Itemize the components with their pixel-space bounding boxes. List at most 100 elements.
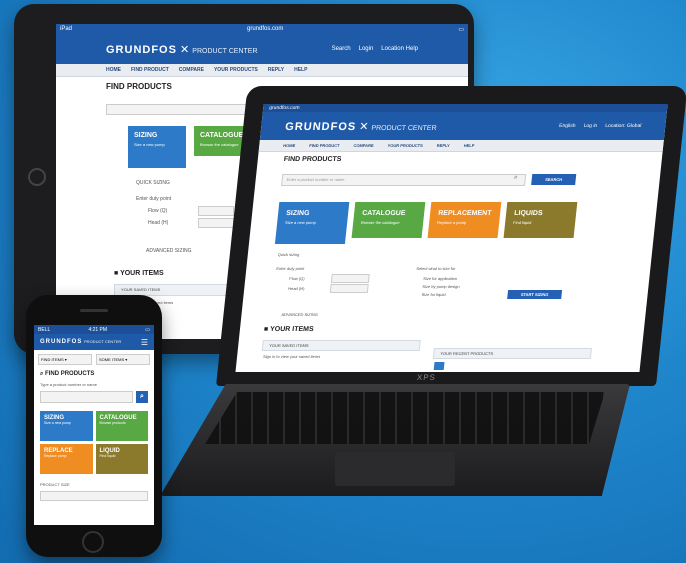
laptop-tile-liquids[interactable]: LIQUIDS Find liquid — [503, 202, 578, 238]
phone-device: BELL 4:21 PM ▭ GRUNDFOS PRODUCT CENTER ☰… — [26, 295, 162, 557]
laptop-select-label: Select what to size for — [416, 266, 456, 271]
tablet-status-bar: iPad grundfos.com ▭ — [56, 24, 468, 34]
laptop-url: grundfos.com — [268, 105, 300, 111]
phone-search-label: Type a product number or name — [40, 382, 97, 387]
tablet-advanced-link[interactable]: ADVANCED SIZING — [146, 248, 191, 254]
tablet-nav-reply[interactable]: REPLY — [268, 67, 284, 73]
laptop-flow-label: Flow (Q) — [289, 276, 305, 281]
logo-x-icon: ✕ — [358, 120, 370, 133]
laptop-logo[interactable]: GRUNDFOS ✕ PRODUCT CENTER — [285, 120, 438, 133]
phone-select-2[interactable]: SOME ITEMS ▾ — [96, 354, 150, 365]
phone-search-button[interactable]: ⌕ — [136, 391, 148, 403]
phone-selects: FIND ITEMS ▾ SOME ITEMS ▾ — [34, 350, 154, 369]
tablet-url: grundfos.com — [246, 26, 284, 32]
laptop-keyboard — [205, 392, 605, 444]
laptop-header-links: English Log in Location: Global — [559, 123, 642, 129]
laptop-saved-bar[interactable]: YOUR SAVED ITEMS — [261, 340, 421, 351]
laptop-head-label: Head (H) — [287, 286, 305, 291]
phone-tile-catalogue[interactable]: CATALOGUE Browse products — [95, 411, 148, 441]
phone-tile-sizing[interactable]: SIZING Size a new pump — [40, 411, 93, 441]
laptop-your-items: ■ YOUR ITEMS — [263, 326, 314, 333]
tablet-flow-input[interactable] — [198, 206, 234, 216]
battery-icon: ▭ — [458, 26, 464, 33]
tablet-nav-find[interactable]: FIND PRODUCT — [131, 67, 169, 73]
user-icon: ■ — [114, 270, 119, 277]
phone-bottom-label: PRODUCT SIZE — [40, 482, 70, 487]
phone-tile-replace[interactable]: REPLACE Replace pump — [40, 444, 93, 474]
phone-screen: BELL 4:21 PM ▭ GRUNDFOS PRODUCT CENTER ☰… — [34, 325, 154, 525]
tablet-nav-home[interactable]: HOME — [106, 67, 121, 73]
laptop-trackpad[interactable] — [335, 452, 455, 486]
laptop-tile-replacement[interactable]: REPLACEMENT Replace a pump — [427, 202, 502, 238]
tablet-location[interactable]: Location Help — [381, 46, 418, 52]
laptop-flow-input[interactable] — [330, 274, 370, 283]
laptop-lid: grundfos.com GRUNDFOS ✕ PRODUCT CENTER E… — [216, 86, 686, 386]
tablet-tile-sizing[interactable]: SIZING Size a new pump — [128, 126, 186, 168]
laptop-screen: grundfos.com GRUNDFOS ✕ PRODUCT CENTER E… — [235, 104, 668, 372]
search-icon[interactable]: ⌕ — [513, 174, 519, 182]
phone-select-1[interactable]: FIND ITEMS ▾ — [38, 354, 92, 365]
tablet-header: GRUNDFOS ✕ PRODUCT CENTER Search Login L… — [56, 34, 468, 64]
tablet-nav-products[interactable]: YOUR PRODUCTS — [214, 67, 258, 73]
laptop-option-3[interactable]: Size for liquid — [421, 292, 446, 297]
laptop-search-input[interactable]: Enter a product number or name — [281, 174, 527, 186]
tablet-nav-compare[interactable]: COMPARE — [179, 67, 204, 73]
laptop-head-input[interactable] — [329, 284, 369, 293]
tablet-header-links: Search Login Location Help — [332, 46, 418, 52]
laptop-advanced-link[interactable]: ADVANCED SIZING — [281, 312, 318, 317]
phone-logo[interactable]: GRUNDFOS PRODUCT CENTER — [40, 339, 121, 345]
laptop-option-1[interactable]: Size for application — [423, 276, 457, 281]
tablet-your-items: ■ YOUR ITEMS — [114, 270, 164, 277]
laptop-nav-home[interactable]: HOME — [283, 143, 296, 148]
recent-product-thumb[interactable] — [433, 362, 445, 370]
laptop-start-sizing-button[interactable]: START SIZING — [507, 290, 563, 299]
phone-home-button[interactable] — [82, 531, 104, 553]
laptop-language[interactable]: English — [559, 123, 576, 129]
tablet-flow-label: Flow (Q) — [148, 208, 168, 214]
phone-search-input[interactable] — [40, 391, 133, 403]
laptop-page-title: FIND PRODUCTS — [283, 156, 342, 163]
tablet-home-button[interactable] — [28, 168, 46, 186]
search-icon: ⌕ — [40, 371, 44, 377]
laptop-nav-find[interactable]: FIND PRODUCT — [309, 143, 340, 148]
chevron-down-icon: ▾ — [125, 357, 128, 362]
laptop-info-text: Sign in to view your saved items — [262, 354, 321, 359]
laptop-login[interactable]: Log in — [583, 123, 597, 129]
laptop-tile-sizing[interactable]: SIZING Size a new pump — [274, 202, 350, 244]
laptop-recent-bar[interactable]: YOUR RECENT PRODUCTS — [432, 348, 592, 359]
laptop-quick-label: Quick sizing — [277, 252, 300, 257]
tablet-login-link[interactable]: Login — [359, 46, 374, 52]
phone-tiles: SIZING Size a new pump CATALOGUE Browse … — [34, 405, 154, 480]
phone-speaker — [80, 309, 108, 312]
phone-bottom-input[interactable] — [40, 491, 148, 501]
tablet-quick-label: QUICK SIZING — [136, 180, 170, 186]
logo-x-icon: ✕ — [180, 43, 190, 56]
laptop-nav-compare[interactable]: COMPARE — [353, 143, 374, 148]
tablet-nav-help[interactable]: HELP — [294, 67, 307, 73]
tablet-duty-label: Enter duty point — [136, 196, 172, 202]
user-icon: ■ — [263, 326, 269, 333]
tablet-search-link[interactable]: Search — [332, 46, 351, 52]
phone-header: GRUNDFOS PRODUCT CENTER ☰ — [34, 334, 154, 350]
laptop-tile-catalogue[interactable]: CATALOGUE Browse the catalogue — [351, 202, 426, 238]
laptop-option-2[interactable]: Size by pump design — [422, 284, 460, 289]
tablet-head-label: Head (H) — [148, 220, 169, 226]
laptop-status-bar: grundfos.com — [262, 104, 668, 112]
tablet-page-title: FIND PRODUCTS — [106, 82, 172, 91]
phone-status-bar: BELL 4:21 PM ▭ — [34, 325, 154, 334]
tablet-head-input[interactable] — [198, 218, 234, 228]
laptop-location[interactable]: Location: Global — [605, 123, 642, 129]
tablet-nav: HOME FIND PRODUCT COMPARE YOUR PRODUCTS … — [56, 64, 468, 77]
laptop-nav: HOME FIND PRODUCT COMPARE YOUR PRODUCTS … — [258, 140, 664, 152]
laptop-header: GRUNDFOS ✕ PRODUCT CENTER English Log in… — [259, 112, 667, 140]
phone-tile-liquid[interactable]: LIQUID Find liquid — [95, 444, 148, 474]
laptop-nav-products[interactable]: YOUR PRODUCTS — [387, 143, 423, 148]
laptop-search-button[interactable]: SEARCH — [531, 174, 577, 185]
phone-page-title: ⌕ FIND PRODUCTS — [40, 371, 95, 377]
laptop-nav-reply[interactable]: REPLY — [437, 143, 450, 148]
tablet-logo[interactable]: GRUNDFOS ✕ PRODUCT CENTER — [106, 43, 258, 56]
laptop-nav-help[interactable]: HELP — [463, 143, 474, 148]
phone-search-row: ⌕ — [34, 389, 154, 405]
menu-icon[interactable]: ☰ — [141, 338, 148, 347]
laptop-duty-label: Enter duty point — [276, 266, 305, 271]
